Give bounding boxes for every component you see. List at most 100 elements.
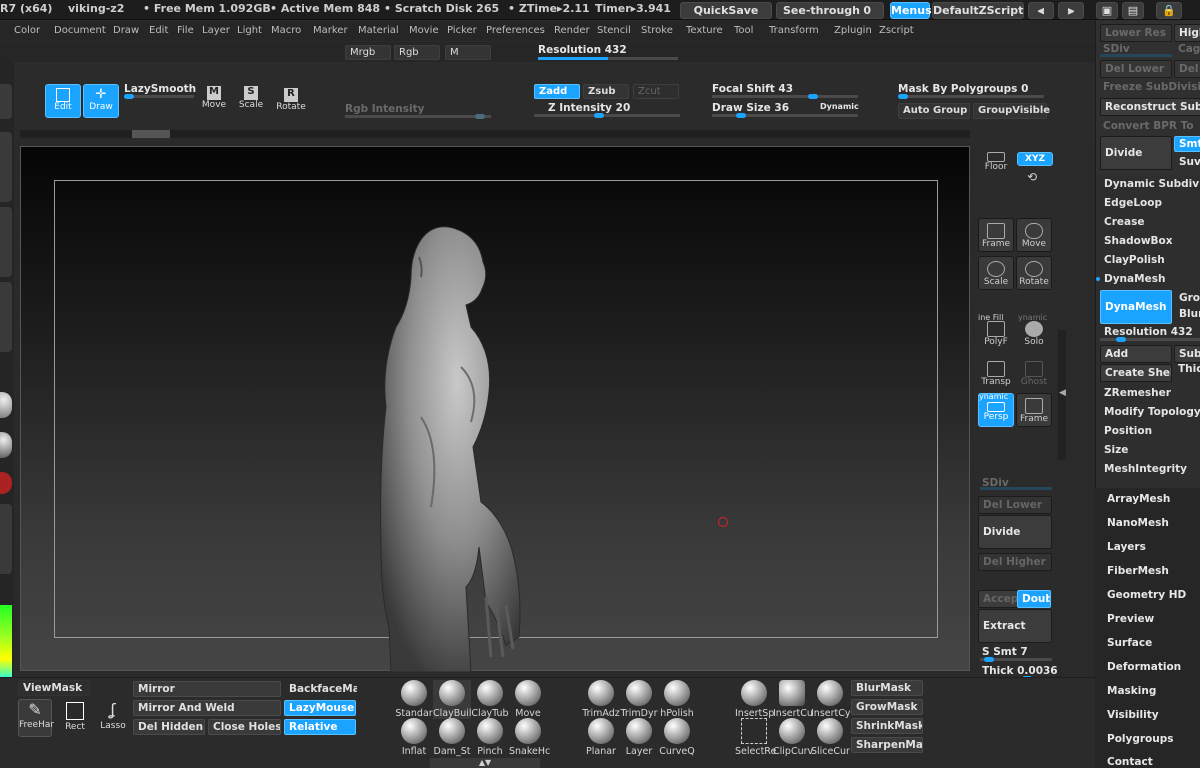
rgb-intensity-slider[interactable] xyxy=(345,114,491,119)
viewmask-button[interactable]: ViewMask xyxy=(18,680,90,696)
edgeloop-header[interactable]: EdgeLoop xyxy=(1104,197,1162,209)
matcap-icon[interactable] xyxy=(0,392,12,418)
crease-header[interactable]: Crease xyxy=(1104,216,1144,228)
bottom-shelf-arrows-icon[interactable]: ▲▼ xyxy=(430,758,540,768)
brush-insertcylinder[interactable]: InsertCy xyxy=(811,680,851,719)
focal-shift-label[interactable]: Focal Shift 43 xyxy=(712,83,793,95)
menu-draw[interactable]: Draw xyxy=(113,25,139,36)
accept-button[interactable]: Accep xyxy=(978,590,1018,608)
del-hidden-button[interactable]: Del Hidden xyxy=(133,719,205,735)
draw-size-label[interactable]: Draw Size 36 xyxy=(712,102,789,114)
cage-label[interactable]: Cage xyxy=(1178,43,1200,55)
add-button[interactable]: Add xyxy=(1100,345,1172,363)
scale-button[interactable]: S Scale xyxy=(237,86,265,118)
scale-view-button[interactable]: Scale xyxy=(978,256,1014,290)
layout-icon[interactable]: ⫷ xyxy=(1028,2,1054,19)
sdiv-panel-slider[interactable] xyxy=(1100,54,1172,57)
menu-light[interactable]: Light xyxy=(237,25,262,36)
backface-mask-button[interactable]: BackfaceMas xyxy=(284,681,358,697)
menu-color[interactable]: Color xyxy=(14,25,40,36)
menu-picker[interactable]: Picker xyxy=(447,25,477,36)
dynamesh-header[interactable]: DynaMesh xyxy=(1104,273,1165,285)
material-icon[interactable] xyxy=(0,432,12,458)
menu-preferences[interactable]: Preferences xyxy=(486,25,545,36)
brush-layer[interactable]: Layer xyxy=(620,718,658,757)
brush-pinch[interactable]: Pinch xyxy=(471,718,509,757)
brush-selectrect[interactable]: SelectRe xyxy=(735,718,776,757)
modify-topology-header[interactable]: Modify Topology xyxy=(1104,406,1200,418)
menu-stroke[interactable]: Stroke xyxy=(641,25,673,36)
arraymesh-header[interactable]: ArrayMesh xyxy=(1107,493,1170,505)
move-button[interactable]: M Move xyxy=(200,86,228,118)
convert-bpr-button[interactable]: Convert BPR To xyxy=(1103,120,1194,132)
menu-zscript[interactable]: Zscript xyxy=(879,25,914,36)
resolution-label[interactable]: Resolution 432 xyxy=(538,44,627,56)
draw-button[interactable]: ✛ Draw xyxy=(83,84,119,118)
resolution-panel-slider[interactable] xyxy=(1100,337,1200,342)
m-button[interactable]: M xyxy=(445,45,491,60)
menu-macro[interactable]: Macro xyxy=(271,25,301,36)
z-intensity-label[interactable]: Z Intensity 20 xyxy=(548,102,630,114)
focal-shift-slider[interactable] xyxy=(712,94,858,99)
brush-inflate[interactable]: Inflat xyxy=(395,718,433,757)
polyframe-button[interactable]: ine Fill PolyF xyxy=(978,313,1014,351)
color-swatch-icon[interactable] xyxy=(0,472,12,494)
menu-material[interactable]: Material xyxy=(358,25,399,36)
resolution-slider[interactable] xyxy=(538,57,678,60)
sharpenmask-button[interactable]: SharpenMas xyxy=(851,737,923,753)
brush-hpolish[interactable]: hPolish xyxy=(658,680,696,719)
rotate-view-button[interactable]: Rotate xyxy=(1016,256,1052,290)
dynamic-label[interactable]: Dynamic xyxy=(820,102,859,111)
auto-groups-button[interactable]: Auto Group xyxy=(898,103,970,119)
brush-slicecurve[interactable]: SliceCur xyxy=(811,718,850,757)
surface-header[interactable]: Surface xyxy=(1107,637,1152,649)
move-view-button[interactable]: Move xyxy=(1016,218,1052,252)
tray-scrollbar[interactable] xyxy=(20,130,970,138)
dynamesh-button[interactable]: DynaMesh xyxy=(1100,290,1172,324)
zsub-button[interactable]: Zsub xyxy=(583,84,629,99)
document-canvas[interactable] xyxy=(20,146,970,672)
extract-button[interactable]: Extract xyxy=(978,609,1052,643)
masking-header[interactable]: Masking xyxy=(1107,685,1156,697)
nanomesh-header[interactable]: NanoMesh xyxy=(1107,517,1169,529)
menu-marker[interactable]: Marker xyxy=(313,25,348,36)
solo-button[interactable]: ynamic Solo xyxy=(1016,313,1052,351)
brush-clipcurve[interactable]: ClipCurv xyxy=(773,718,813,757)
divide-panel-button[interactable]: Divide xyxy=(1100,136,1172,170)
preview-header[interactable]: Preview xyxy=(1107,613,1154,625)
position-header[interactable]: Position xyxy=(1104,425,1152,437)
texture-slot[interactable] xyxy=(0,504,12,574)
brush-snakehook[interactable]: SnakeHc xyxy=(509,718,550,757)
menu-file[interactable]: File xyxy=(177,25,194,36)
size-header[interactable]: Size xyxy=(1104,444,1128,456)
close-holes-button[interactable]: Close Holes xyxy=(208,719,281,735)
group-visible-button[interactable]: GroupVisible xyxy=(973,103,1050,119)
collapse-arrow-icon[interactable]: ◀ xyxy=(1059,388,1066,398)
rect-button[interactable]: Rect xyxy=(58,699,92,737)
zadd-button[interactable]: Zadd xyxy=(534,84,580,99)
divide-shelf-button[interactable]: Divide xyxy=(978,515,1052,549)
color-picker-gradient[interactable] xyxy=(0,605,12,682)
menu-render[interactable]: Render xyxy=(554,25,590,36)
default-zscript-button[interactable]: DefaultZScript xyxy=(932,2,1024,19)
zremesher-header[interactable]: ZRemesher xyxy=(1104,387,1171,399)
quicksave-button[interactable]: QuickSave xyxy=(680,2,772,19)
persp-button[interactable]: ynamic Persp xyxy=(978,392,1014,427)
growmask-button[interactable]: GrowMask xyxy=(851,699,923,715)
brush-damstandard[interactable]: Dam_St xyxy=(433,718,471,757)
left-shelf-button[interactable] xyxy=(0,84,12,119)
lasso-button[interactable]: ʆ Lasso xyxy=(96,699,130,737)
relative-button[interactable]: Relative xyxy=(284,719,356,735)
brush-trimdynamic[interactable]: TrimDyr xyxy=(620,680,658,719)
menu-tool[interactable]: Tool xyxy=(734,25,753,36)
shrinkmask-button[interactable]: ShrinkMask xyxy=(851,718,923,734)
groups-button[interactable]: Grou xyxy=(1174,290,1200,306)
double-button[interactable]: Doubl xyxy=(1017,590,1051,608)
reconstruct-subdiv-button[interactable]: Reconstruct Sub xyxy=(1100,98,1200,116)
left-shelf-alpha[interactable] xyxy=(0,282,12,352)
left-shelf-stroke[interactable] xyxy=(0,207,12,277)
claypolish-header[interactable]: ClayPolish xyxy=(1104,254,1165,266)
thick-label[interactable]: Thick 0.0036 xyxy=(982,665,1058,677)
menu-stencil[interactable]: Stencil xyxy=(597,25,631,36)
geometry-hd-header[interactable]: Geometry HD xyxy=(1107,589,1186,601)
